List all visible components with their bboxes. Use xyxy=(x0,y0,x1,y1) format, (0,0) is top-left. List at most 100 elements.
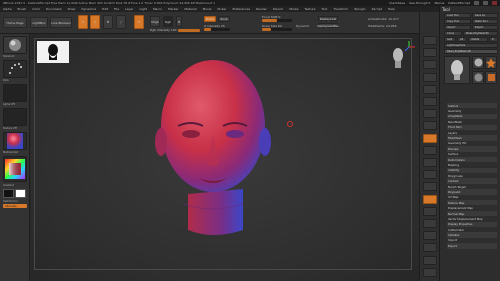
close-icon[interactable] xyxy=(492,1,497,5)
menu-draw[interactable]: Draw xyxy=(68,7,76,11)
menu-stencil[interactable]: Stencil xyxy=(273,7,283,11)
view-button-xpose[interactable] xyxy=(423,267,437,277)
switch-color-label[interactable]: SwitchColor xyxy=(3,200,18,203)
rotate-button[interactable]: ⟳ xyxy=(134,15,144,29)
m-button[interactable]: M xyxy=(176,16,182,27)
mrgb-button[interactable]: Mrgb xyxy=(150,16,160,27)
focal-shift-slider[interactable] xyxy=(262,19,292,22)
menu-color[interactable]: Color xyxy=(32,7,40,11)
view-button-bpr[interactable] xyxy=(423,36,437,45)
menu-movie[interactable]: Movie xyxy=(203,7,212,11)
view-button-transp[interactable] xyxy=(423,231,437,241)
tool-thumbnail-sphere[interactable] xyxy=(472,56,484,69)
texture-selector[interactable] xyxy=(3,108,27,126)
color-picker[interactable] xyxy=(3,156,27,182)
minimize-icon[interactable] xyxy=(474,1,479,5)
paste-tool-button[interactable]: Paste Tool xyxy=(472,19,498,24)
menu-render[interactable]: Render xyxy=(256,7,267,11)
menu-brush[interactable]: Brush xyxy=(18,7,27,11)
sculpt-head-model[interactable] xyxy=(143,54,283,244)
tool-thumbnail-simplebrush[interactable] xyxy=(485,71,497,84)
import-button[interactable]: Import xyxy=(444,25,471,30)
menu-zscript[interactable]: Zscript xyxy=(372,7,382,11)
tool-thumbnail-polymesh[interactable] xyxy=(472,71,484,84)
visible-button[interactable]: Visible xyxy=(468,37,488,42)
menu-help[interactable]: Help xyxy=(388,7,395,11)
current-tool-slider[interactable]: Head_PolyMesh 48 xyxy=(444,49,498,54)
move-button[interactable]: ✥ xyxy=(103,15,113,29)
view-button-gizmo[interactable] xyxy=(423,145,437,155)
menu-dynamics[interactable]: Dynamics xyxy=(81,7,96,11)
view-button-ghost[interactable] xyxy=(423,243,437,253)
default-zscript-label[interactable]: DefaultZScript xyxy=(448,1,470,5)
menu-file[interactable]: File xyxy=(114,7,119,11)
menus-toggle[interactable]: Menus xyxy=(434,1,444,5)
make-polymesh-button[interactable]: Make PolyMesh3D xyxy=(463,31,498,36)
z-intensity-slider[interactable] xyxy=(204,28,230,31)
view-button-rotate[interactable] xyxy=(423,194,437,204)
live-boolean-button[interactable]: Live Boolean xyxy=(50,17,72,28)
goz-button[interactable]: GoZ xyxy=(444,37,456,42)
home-page-button[interactable]: Home Page xyxy=(3,17,27,28)
menu-stroke[interactable]: Stroke xyxy=(289,7,299,11)
clone-button[interactable]: Clone xyxy=(444,31,462,36)
menu-edit[interactable]: Edit xyxy=(102,7,108,11)
lightbox-tools-button[interactable]: Lightbox▸Tools xyxy=(444,43,498,48)
replay-last-rel-button[interactable]: ReplayLastRel xyxy=(317,23,339,28)
view-button-floor[interactable] xyxy=(423,121,437,131)
stroke-selector[interactable] xyxy=(3,60,27,78)
gizmo-axis-icon[interactable] xyxy=(402,40,416,54)
menu-alpha[interactable]: Alpha xyxy=(3,7,12,11)
view-button-zoomd[interactable] xyxy=(423,182,437,192)
menu-macro[interactable]: Macro xyxy=(153,7,162,11)
view-button-aahalf[interactable] xyxy=(423,97,437,106)
load-tool-button[interactable]: Load Tool xyxy=(444,13,471,18)
menu-material[interactable]: Material xyxy=(184,7,196,11)
zsub-button[interactable]: Zsub xyxy=(218,16,230,22)
menu-document[interactable]: Document xyxy=(46,7,62,11)
view-button-polyf[interactable] xyxy=(423,219,437,228)
material-selector[interactable] xyxy=(3,132,27,150)
see-through-slider[interactable]: See-through 0 xyxy=(409,1,430,5)
canvas-viewport[interactable] xyxy=(31,34,419,281)
menu-picker[interactable]: Picker xyxy=(218,7,227,11)
scale-button[interactable]: ⤢ xyxy=(116,15,126,29)
all-button[interactable]: All xyxy=(457,37,467,42)
view-button-move[interactable] xyxy=(423,170,437,180)
replay-last-button[interactable]: ReplayLast xyxy=(318,16,338,21)
menu-zplugin[interactable]: Zplugin xyxy=(354,7,365,11)
edit-button[interactable]: ✎ xyxy=(78,15,88,29)
brush-selector[interactable] xyxy=(3,36,27,54)
export-button[interactable]: Export xyxy=(472,25,498,30)
draw-button[interactable]: ✐ xyxy=(90,15,100,29)
dynamic-toggle[interactable]: Dynamic xyxy=(296,24,309,28)
save-as-button[interactable]: Save As xyxy=(472,13,498,18)
view-button-local[interactable] xyxy=(423,133,437,143)
menu-marker[interactable]: Marker xyxy=(168,7,178,11)
view-button-line-fill[interactable] xyxy=(423,206,437,216)
main-color-swatch[interactable] xyxy=(3,189,14,198)
r-button[interactable]: R xyxy=(489,37,498,42)
draw-size-slider[interactable] xyxy=(262,28,292,31)
lightbox-button[interactable]: LightBox xyxy=(30,17,48,28)
view-button-zoom[interactable] xyxy=(423,72,437,82)
view-button-spix-3[interactable] xyxy=(423,48,437,58)
menu-tool[interactable]: Tool xyxy=(321,7,327,11)
view-button-scroll[interactable] xyxy=(423,60,437,70)
view-button-frame[interactable] xyxy=(423,158,437,167)
tool-thumbnail-head[interactable] xyxy=(444,56,470,84)
copy-tool-button[interactable]: Copy Tool xyxy=(444,19,471,24)
maximize-icon[interactable] xyxy=(483,1,488,5)
view-button-actual[interactable] xyxy=(423,84,437,94)
tool-menu-export[interactable]: Export xyxy=(447,243,497,249)
rgb-button[interactable]: Rgb xyxy=(163,16,173,27)
menu-layer[interactable]: Layer xyxy=(125,7,133,11)
secondary-color-swatch[interactable] xyxy=(15,189,26,198)
view-button-solo[interactable] xyxy=(423,255,437,265)
view-button-persp[interactable] xyxy=(423,109,437,119)
menu-transform[interactable]: Transform xyxy=(333,7,348,11)
menu-preferences[interactable]: Preferences xyxy=(232,7,250,11)
rgb-intensity-slider[interactable] xyxy=(178,29,200,32)
alpha-selector[interactable] xyxy=(3,84,27,102)
menu-light[interactable]: Light xyxy=(139,7,147,11)
